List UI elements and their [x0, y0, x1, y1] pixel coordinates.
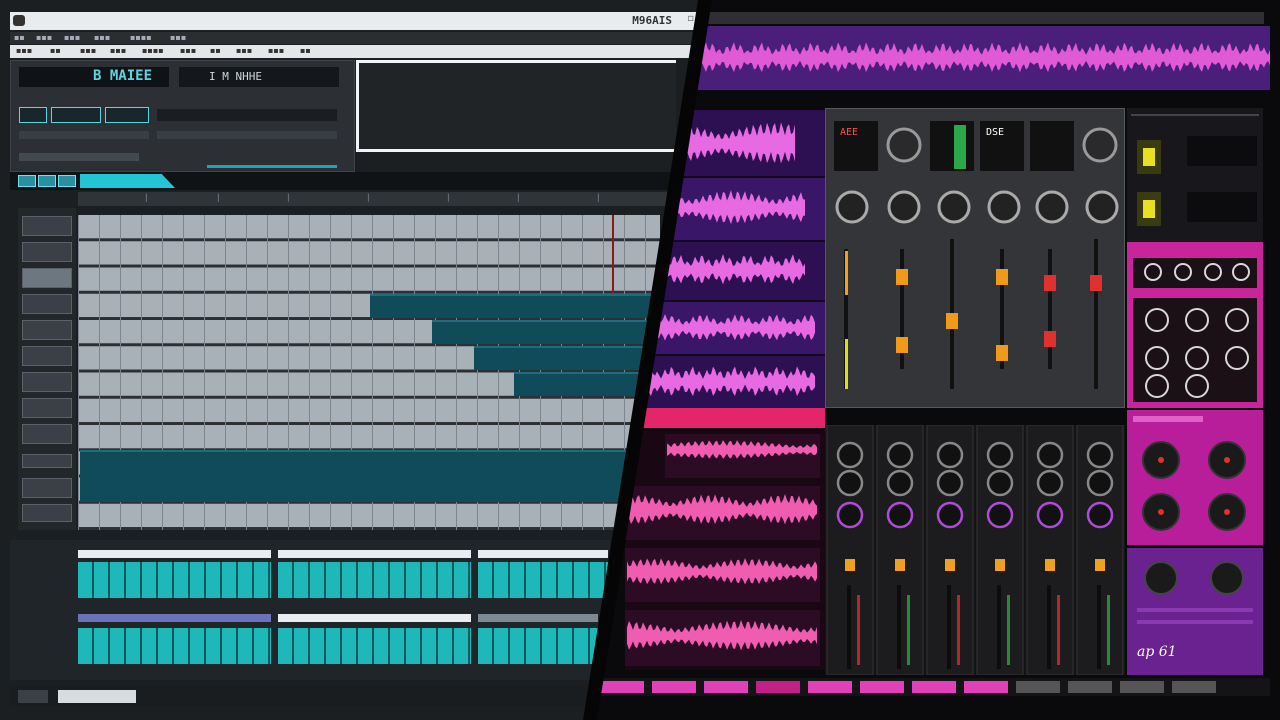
clip-block[interactable] — [432, 320, 660, 344]
master-waveform[interactable] — [698, 26, 1270, 90]
clip-header[interactable] — [278, 550, 471, 558]
toolbar-item[interactable]: ▪▪ — [50, 46, 61, 55]
track-header[interactable] — [22, 320, 72, 340]
synth-panel — [1127, 410, 1263, 545]
loop-button[interactable] — [105, 107, 149, 123]
mixer-title-bar — [704, 12, 1264, 24]
counter-row — [19, 131, 149, 139]
pattern-clip[interactable] — [278, 562, 471, 598]
record-button[interactable] — [19, 107, 47, 123]
waveform-graphic — [698, 42, 1270, 73]
toolbar-item[interactable]: ▪▪▪▪ — [142, 46, 164, 55]
pattern-clip[interactable] — [478, 628, 598, 664]
pattern-clip[interactable] — [78, 562, 271, 598]
status-row — [19, 153, 139, 161]
timeline-ruler[interactable]: ▏ ▏ ▏ ▏ ▏ ▏ ▏ — [78, 192, 668, 206]
playhead[interactable] — [612, 215, 614, 293]
play-button[interactable] — [51, 107, 101, 123]
track-list — [18, 208, 76, 530]
screenshot-stage: M96AIS ▫ ▪▪ ▪▪▪ ▪▪▪ ▪▪▪ ▪▪▪▪ ▪▪▪ ▪▪▪ ▪▪ … — [0, 0, 1280, 720]
channel-display: DSE — [986, 127, 1005, 138]
tempo-display: I M NHHE — [179, 67, 339, 87]
mixer-status-bar — [590, 678, 1270, 696]
fx-graphic — [1127, 114, 1263, 408]
channel-rack: AEE DSE — [825, 108, 1125, 408]
toolbar-item[interactable]: ▪▪▪ — [16, 46, 32, 55]
toolbar-item[interactable]: ▪▪▪ — [236, 46, 252, 55]
pattern-clip[interactable] — [478, 562, 608, 598]
transport-panel: B MAIEE I M NHHE — [10, 60, 355, 172]
track-header[interactable] — [22, 268, 72, 288]
menu-item[interactable]: ▪▪▪ — [64, 33, 80, 42]
clip-block[interactable] — [80, 450, 660, 502]
track-header[interactable] — [22, 294, 72, 314]
position-slider[interactable] — [157, 109, 337, 121]
list-view-icon[interactable] — [38, 175, 56, 187]
grid-view-icon[interactable] — [18, 175, 36, 187]
counter-row — [157, 131, 337, 139]
track-header[interactable] — [22, 424, 72, 444]
time-display: B MAIEE — [19, 67, 169, 87]
status-segments — [600, 681, 1216, 693]
mixer-view-icon[interactable] — [58, 175, 76, 187]
tab-arrange[interactable] — [80, 174, 175, 188]
status-field — [58, 690, 136, 703]
close-icon[interactable]: ▫ — [687, 13, 694, 24]
track-header-bar[interactable] — [620, 408, 825, 428]
synth-knobs — [1133, 416, 1246, 531]
clip-header[interactable] — [478, 550, 608, 558]
menu-bar: ▪▪ ▪▪▪ ▪▪▪ ▪▪▪ ▪▪▪▪ ▪▪▪ — [10, 32, 700, 44]
strips-graphic — [826, 424, 1124, 676]
status-button[interactable] — [18, 690, 48, 703]
clip-block[interactable] — [370, 294, 660, 318]
track-header[interactable] — [22, 242, 72, 262]
track-header[interactable] — [22, 478, 72, 498]
menu-item[interactable]: ▪▪▪▪ — [130, 33, 152, 42]
daw-title-bar: M96AIS ▫ — [10, 12, 700, 30]
toolbar-item[interactable]: ▪▪ — [300, 46, 311, 55]
track-header[interactable] — [22, 346, 72, 366]
window-title: M96AIS — [632, 14, 672, 27]
menu-item[interactable]: ▪▪▪ — [170, 33, 186, 42]
track-header[interactable] — [22, 216, 72, 236]
menu-item[interactable]: ▪▪▪ — [94, 33, 110, 42]
toolbar-item[interactable]: ▪▪▪ — [110, 46, 126, 55]
clip-block[interactable] — [474, 346, 660, 370]
pattern-clip[interactable] — [78, 628, 271, 664]
effect-caption: ap 61 — [1137, 644, 1177, 660]
clip-waveforms — [625, 434, 820, 666]
fx-panel — [1127, 108, 1263, 408]
pattern-clip[interactable] — [278, 628, 471, 664]
toolbar: ▪▪▪ ▪▪ ▪▪▪ ▪▪▪ ▪▪▪▪ ▪▪▪ ▪▪ ▪▪▪ ▪▪▪ ▪▪ — [10, 45, 700, 58]
clip-header[interactable] — [78, 550, 271, 558]
rack-graphic — [834, 121, 1119, 389]
level-indicator — [207, 165, 337, 168]
menu-item[interactable]: ▪▪ — [14, 33, 25, 42]
app-icon — [13, 15, 25, 26]
toolbar-item[interactable]: ▪▪ — [210, 46, 221, 55]
toolbar-item[interactable]: ▪▪▪ — [80, 46, 96, 55]
audio-clips — [625, 430, 825, 670]
menu-item[interactable]: ▪▪▪ — [36, 33, 52, 42]
clip-header[interactable] — [478, 614, 598, 622]
preview-window — [356, 60, 676, 152]
clip-header[interactable] — [278, 614, 471, 622]
clip-header[interactable] — [78, 614, 271, 622]
channel-strips — [825, 424, 1125, 676]
track-header[interactable] — [22, 504, 72, 522]
toolbar-item[interactable]: ▪▪▪ — [180, 46, 196, 55]
effect-panel: ap 61 — [1127, 548, 1263, 675]
channel-display: AEE — [840, 127, 859, 138]
toolbar-item[interactable]: ▪▪▪ — [268, 46, 284, 55]
track-header[interactable] — [22, 398, 72, 418]
clip-block[interactable] — [514, 372, 660, 396]
track-header[interactable] — [22, 372, 72, 392]
track-header[interactable] — [22, 454, 72, 468]
